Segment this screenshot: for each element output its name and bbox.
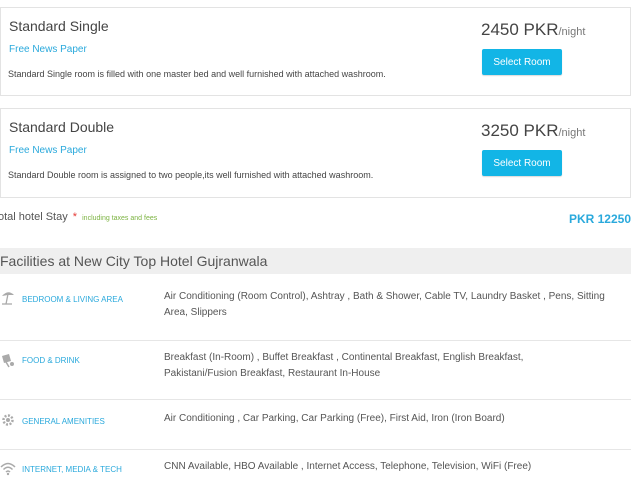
facility-category: BEDROOM & LIVING AREA	[22, 295, 123, 304]
total-label-text: otal hotel Stay	[0, 211, 68, 223]
total-label: otal hotel Stay * including taxes and fe…	[0, 211, 157, 223]
facility-items: Air Conditioning (Room Control), Ashtray…	[164, 289, 624, 321]
price-unit: /night	[558, 26, 586, 38]
price-value: 3250 PKR	[481, 121, 559, 140]
room-name: Standard Single	[9, 18, 109, 34]
gear-icon	[2, 414, 14, 426]
total-stay-row: otal hotel Stay * including taxes and fe…	[0, 206, 631, 230]
facility-category: INTERNET, MEDIA & TECH	[22, 465, 122, 474]
room-feature: Free News Paper	[9, 145, 87, 156]
room-feature: Free News Paper	[9, 44, 87, 55]
taxes-note: including taxes and fees	[82, 215, 158, 222]
room-card-standard-double: Standard Double Free News Paper Standard…	[0, 108, 631, 198]
required-star: *	[72, 211, 78, 223]
room-description: Standard Single room is filled with one …	[8, 69, 386, 79]
facility-items-line: Breakfast (In-Room) , Buffet Breakfast ,…	[164, 352, 524, 363]
price-value: 2450 PKR	[481, 20, 559, 39]
facility-row-food: FOOD & DRINK Breakfast (In-Room) , Buffe…	[0, 341, 631, 400]
wifi-icon	[0, 462, 16, 476]
room-card-standard-single: Standard Single Free News Paper Standard…	[0, 7, 631, 96]
room-price: 2450 PKR/night	[481, 20, 585, 40]
facility-items: Air Conditioning , Car Parking, Car Park…	[164, 411, 624, 427]
facility-items: Breakfast (In-Room) , Buffet Breakfast ,…	[164, 350, 624, 382]
facility-items: CNN Available, HBO Available , Internet …	[164, 459, 624, 475]
facilities-header: Facilities at New City Top Hotel Gujranw…	[0, 248, 631, 274]
room-description: Standard Double room is assigned to two …	[8, 170, 374, 180]
facility-row-general: GENERAL AMENITIES Air Conditioning , Car…	[0, 400, 631, 450]
facility-items-line: Area, Slippers	[164, 307, 227, 318]
facility-row-bedroom: BEDROOM & LIVING AREA Air Conditioning (…	[0, 279, 631, 341]
facility-category: GENERAL AMENITIES	[22, 417, 105, 426]
total-amount: PKR 12250	[568, 212, 631, 226]
select-room-button[interactable]: Select Room	[482, 49, 562, 75]
room-name: Standard Double	[9, 119, 115, 135]
select-room-button[interactable]: Select Room	[482, 150, 562, 176]
price-unit: /night	[558, 127, 586, 139]
facility-items-line: Air Conditioning (Room Control), Ashtray…	[164, 291, 605, 302]
food-drink-icon	[2, 354, 14, 368]
facility-row-internet: INTERNET, MEDIA & TECH CNN Available, HB…	[0, 450, 631, 493]
facility-items-line: Pakistani/Fusion Breakfast, Restaurant I…	[164, 368, 381, 379]
facility-items-line: Air Conditioning , Car Parking, Car Park…	[164, 413, 505, 424]
facility-items-line: CNN Available, HBO Available , Internet …	[164, 461, 532, 472]
facility-category: FOOD & DRINK	[22, 356, 80, 365]
room-price: 3250 PKR/night	[481, 121, 585, 141]
beach-umbrella-icon	[2, 292, 14, 305]
